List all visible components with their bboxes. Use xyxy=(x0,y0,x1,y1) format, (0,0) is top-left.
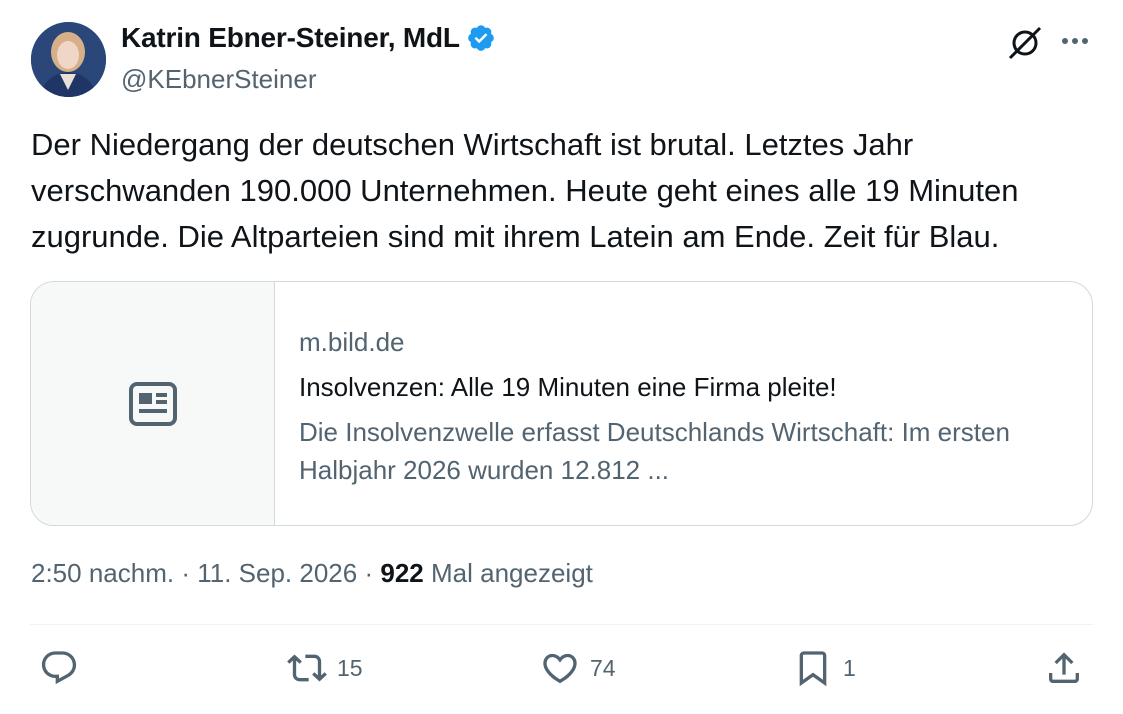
tweet-date[interactable]: 11. Sep. 2026 xyxy=(197,558,357,588)
share-button[interactable] xyxy=(1044,648,1084,688)
like-button[interactable]: 74 xyxy=(540,648,616,688)
like-count: 74 xyxy=(590,654,616,681)
author-display-name[interactable]: Katrin Ebner-Steiner, MdL xyxy=(121,22,460,54)
verified-badge-icon[interactable] xyxy=(466,23,496,53)
link-card[interactable]: m.bild.de Insolvenzen: Alle 19 Minuten e… xyxy=(30,281,1093,526)
link-card-body: m.bild.de Insolvenzen: Alle 19 Minuten e… xyxy=(275,282,1063,525)
link-card-domain: m.bild.de xyxy=(299,327,405,357)
more-icon[interactable] xyxy=(1058,26,1092,56)
bookmark-count: 1 xyxy=(843,654,856,681)
bookmark-button[interactable]: 1 xyxy=(793,648,856,688)
tweet-text: Der Niedergang der deutschen Wirtschaft … xyxy=(31,122,1096,260)
views-count: 922 xyxy=(380,558,424,588)
tweet-time[interactable]: 2:50 nachm. xyxy=(31,558,174,588)
tweet-body: Der Niedergang der deutschen Wirtschaft … xyxy=(31,127,1019,254)
link-card-thumbnail xyxy=(31,282,275,525)
author-handle[interactable]: @KEbnerSteiner xyxy=(121,64,317,95)
views-label: Mal angezeigt xyxy=(431,558,593,588)
grok-icon[interactable] xyxy=(1006,24,1044,62)
link-card-description: Die Insolvenzwelle erfasst Deutschlands … xyxy=(299,417,1010,485)
bookmark-icon xyxy=(799,651,827,687)
share-icon xyxy=(1049,652,1079,683)
article-icon xyxy=(128,381,177,426)
avatar[interactable] xyxy=(31,22,106,97)
meta-separator: · xyxy=(181,558,190,588)
link-card-title: Insolvenzen: Alle 19 Minuten eine Firma … xyxy=(299,372,837,402)
reply-icon xyxy=(41,651,77,685)
author-name-row: Katrin Ebner-Steiner, MdL xyxy=(121,22,496,54)
retweet-icon xyxy=(287,654,327,682)
retweet-count: 15 xyxy=(337,654,363,681)
reply-button[interactable] xyxy=(39,648,89,688)
divider xyxy=(30,624,1093,625)
meta-separator: · xyxy=(364,558,374,588)
avatar-photo xyxy=(31,22,106,97)
heart-icon xyxy=(543,653,577,684)
retweet-button[interactable]: 15 xyxy=(287,648,363,688)
tweet-meta: 2:50 nachm. · 11. Sep. 2026 · 922 Mal an… xyxy=(31,558,593,589)
